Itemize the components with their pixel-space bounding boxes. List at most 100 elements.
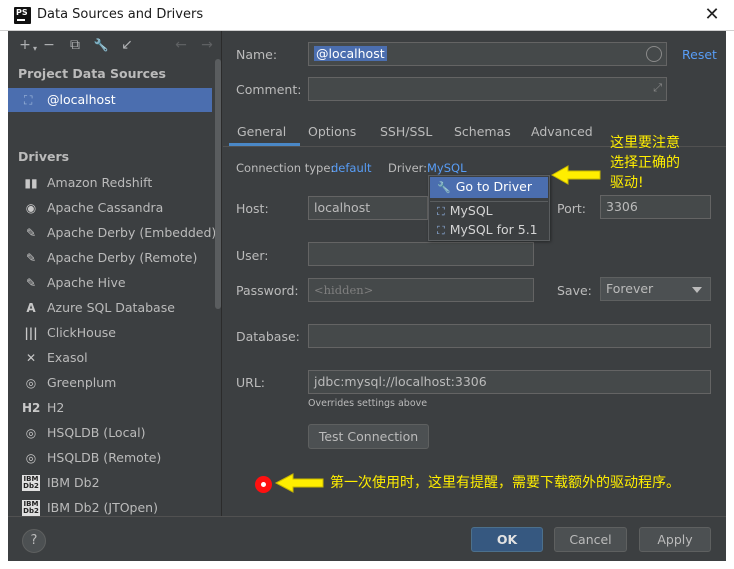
comment-label: Comment: — [236, 82, 302, 97]
annotation-line: 驱动! — [610, 175, 644, 191]
tab-options[interactable]: Options — [308, 124, 356, 139]
wrench-icon[interactable]: 🔧 — [92, 36, 110, 54]
driver-item[interactable]: ◎ HSQLDB (Remote) — [8, 446, 212, 471]
driver-popup-menu: 🔧 Go to Driver ⛶ MySQL ⛶ MySQL for 5.1 — [428, 175, 550, 241]
driver-label: Exasol — [47, 350, 88, 365]
driver-label: Apache Hive — [47, 275, 126, 290]
tab-ssh-ssl[interactable]: SSH/SSL — [380, 124, 432, 139]
url-field[interactable]: jdbc:mysql://localhost:3306 — [308, 370, 711, 394]
wrench-icon: 🔧 — [437, 181, 451, 194]
remove-icon[interactable]: − — [40, 36, 58, 54]
driver-label: Apache Derby (Embedded) — [47, 225, 217, 240]
driver-icon: ◎ — [25, 451, 37, 465]
driver-icon: ✎ — [25, 226, 37, 240]
driver-link[interactable]: MySQL — [427, 161, 467, 175]
password-field[interactable]: <hidden> — [308, 278, 534, 302]
driver-icon: IBM Db2 — [22, 500, 40, 516]
driver-icon: ▮▮ — [24, 176, 38, 190]
help-button[interactable]: ? — [22, 529, 46, 553]
driver-item[interactable]: ✕ Exasol — [8, 346, 212, 371]
driver-icon: ◎ — [25, 376, 37, 390]
menu-item-mysql-5-1[interactable]: ⛶ MySQL for 5.1 — [437, 222, 538, 238]
driver-item[interactable]: ||| ClickHouse — [8, 321, 212, 346]
host-label: Host: — [236, 201, 269, 216]
url-label: URL: — [236, 375, 266, 390]
right-panel: Name: @localhost Reset Comment: ⤢ Genera… — [223, 31, 726, 516]
menu-item-mysql[interactable]: ⛶ MySQL — [437, 203, 493, 219]
driver-label: Apache Derby (Remote) — [47, 250, 198, 265]
driver-item[interactable]: ◉ Apache Cassandra — [8, 196, 212, 221]
database-label: Database: — [236, 329, 300, 344]
driver-icon: ◉ — [25, 201, 37, 215]
menu-item-label: MySQL for 5.1 — [449, 222, 538, 237]
menu-separator — [430, 201, 548, 202]
forward-icon[interactable]: → — [198, 36, 216, 54]
expand-icon[interactable]: ⤢ — [653, 81, 662, 95]
menu-item-go-to-driver[interactable]: 🔧 Go to Driver — [437, 179, 532, 194]
copy-icon[interactable]: ⧉ — [66, 36, 84, 54]
chevron-down-icon — [692, 287, 702, 293]
title-bar: PS Data Sources and Drivers ✕ — [0, 0, 734, 31]
annotation-line: 选择正确的 — [610, 155, 680, 171]
driver-label: H2 — [47, 400, 65, 415]
database-field[interactable] — [308, 324, 711, 348]
warning-marker-icon — [255, 476, 272, 493]
name-field[interactable]: @localhost — [308, 42, 667, 66]
mysql-dolphin-icon: ⛶ — [437, 224, 445, 237]
driver-item[interactable]: IBM Db2 IBM Db2 — [8, 471, 212, 496]
driver-icon: ✎ — [25, 251, 37, 265]
driver-item[interactable]: ✎ Apache Derby (Remote) — [8, 246, 212, 271]
comment-field[interactable]: ⤢ — [308, 77, 667, 101]
reset-link[interactable]: Reset — [682, 47, 717, 62]
save-select[interactable]: Forever — [600, 277, 711, 301]
driver-item[interactable]: ✎ Apache Derby (Embedded) — [8, 221, 216, 246]
driver-label: HSQLDB (Local) — [47, 425, 146, 440]
dialog-footer: ? OK Cancel Apply — [8, 516, 726, 561]
left-panel: + ▾ − ⧉ 🔧 ↙ ← → Project Data Sources ⛶ @… — [8, 31, 222, 516]
url-override-note: Overrides settings above — [308, 398, 428, 409]
window-title: Data Sources and Drivers — [37, 7, 204, 22]
password-label: Password: — [236, 283, 299, 298]
driver-icon: ✎ — [25, 276, 37, 290]
port-field[interactable]: 3306 — [600, 195, 711, 219]
annotation-driver-note: 这里要注意 选择正确的 驱动! — [610, 133, 680, 193]
driver-item[interactable]: IBM Db2 IBM Db2 (JTOpen) — [8, 496, 212, 516]
cancel-button[interactable]: Cancel — [554, 527, 627, 552]
project-data-sources-heading: Project Data Sources — [18, 66, 166, 81]
tab-advanced[interactable]: Advanced — [531, 124, 593, 139]
tab-schemas[interactable]: Schemas — [454, 124, 511, 139]
tab-general[interactable]: General — [237, 124, 286, 139]
color-circle-icon[interactable] — [646, 46, 662, 62]
annotation-line: 这里要注意 — [610, 135, 680, 151]
ok-button[interactable]: OK — [471, 527, 543, 552]
apply-button[interactable]: Apply — [639, 527, 711, 552]
back-icon[interactable]: ← — [172, 36, 190, 54]
test-connection-button[interactable]: Test Connection — [308, 424, 429, 449]
driver-label: IBM Db2 — [47, 475, 100, 490]
driver-label: Azure SQL Database — [47, 300, 175, 315]
left-toolbar: + ▾ − ⧉ 🔧 ↙ ← → — [8, 31, 221, 59]
driver-item[interactable]: A Azure SQL Database — [8, 296, 212, 321]
phpstorm-app-icon: PS — [14, 7, 31, 24]
annotation-download-note: 第一次使用时，这里有提醒，需要下载额外的驱动程序。 — [330, 475, 680, 491]
connection-type-link[interactable]: default — [331, 161, 371, 175]
import-icon[interactable]: ↙ — [118, 36, 136, 54]
mysql-dolphin-icon: ⛶ — [24, 93, 33, 107]
driver-label: Amazon Redshift — [47, 175, 153, 190]
close-window-button[interactable]: ✕ — [700, 2, 724, 28]
left-scrollbar[interactable] — [215, 59, 221, 309]
drivers-heading: Drivers — [18, 149, 70, 164]
user-field[interactable] — [308, 242, 534, 266]
active-tab-indicator — [229, 143, 300, 146]
driver-icon: ✕ — [25, 351, 37, 365]
driver-item[interactable]: ◎ HSQLDB (Local) — [8, 421, 212, 446]
driver-item[interactable]: H2 H2 — [8, 396, 212, 421]
password-placeholder: <hidden> — [314, 283, 374, 297]
driver-item[interactable]: ◎ Greenplum — [8, 371, 212, 396]
data-source-item-localhost[interactable]: ⛶ @localhost — [8, 88, 212, 112]
driver-item[interactable]: ▮▮ Amazon Redshift — [8, 171, 212, 196]
name-value: @localhost — [314, 46, 387, 61]
driver-label: HSQLDB (Remote) — [47, 450, 162, 465]
driver-item[interactable]: ✎ Apache Hive — [8, 271, 212, 296]
host-field[interactable]: localhost — [308, 196, 428, 220]
